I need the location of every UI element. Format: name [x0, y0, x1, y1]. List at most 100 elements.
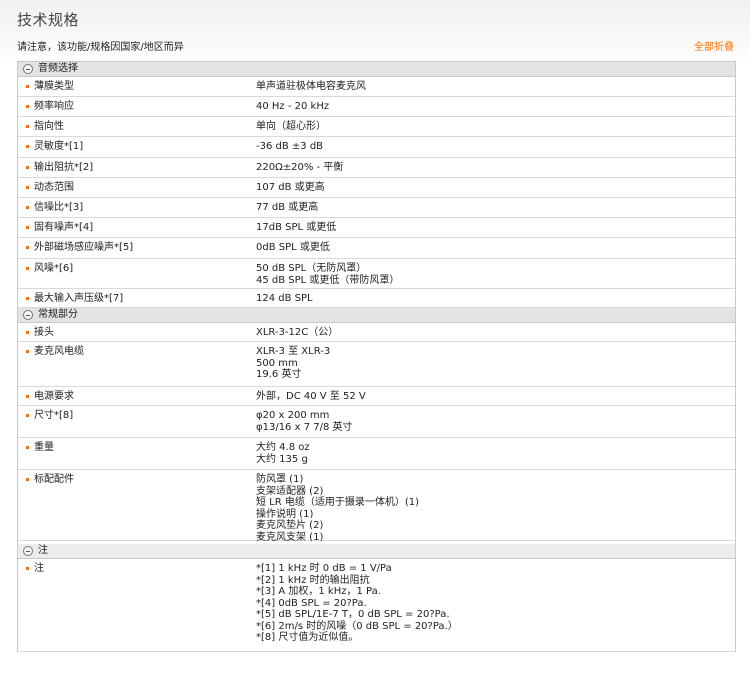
spec-row: 指向性 单向（超心形） — [18, 117, 735, 137]
spec-value-line: XLR-3 至 XLR-3 — [256, 346, 331, 357]
spec-row: 灵敏度*[1] -36 dB ±3 dB — [18, 137, 735, 158]
section-title: 常规部分 — [38, 309, 78, 320]
spec-value-line: *[1] 1 kHz 时 0 dB = 1 V/Pa — [256, 563, 392, 574]
spec-value-line: 单声道驻极体电容麦克风 — [256, 81, 366, 92]
spec-row: 输出阻抗*[2] 220Ω±20% - 平衡 — [18, 158, 735, 178]
spec-value: 0dB SPL 或更低 — [256, 238, 735, 258]
spec-row: 信噪比*[3] 77 dB 或更高 — [18, 198, 735, 218]
spec-value-line: φ13/16 x 7 7/8 英寸 — [256, 421, 353, 433]
spec-row: 动态范围 107 dB 或更高 — [18, 178, 735, 198]
spec-value-line: 支架适配器 (2) — [256, 485, 324, 497]
spec-value-line: 500 mm — [256, 357, 298, 369]
spec-value: 外部，DC 40 V 至 52 V — [256, 387, 735, 405]
spec-value: 107 dB 或更高 — [256, 178, 735, 197]
spec-row: 标配配件 防风罩 (1) 支架适配器 (2) 短 LR 电缆（适用于摄录一体机）(1)… — [18, 470, 735, 543]
spec-row: 固有噪声*[4] 17dB SPL 或更低 — [18, 218, 735, 238]
spec-row: 电源要求 外部，DC 40 V 至 52 V — [18, 387, 735, 406]
spec-value-line: *[6] 2m/s 时的风噪（0 dB SPL = 20?Pa.） — [256, 620, 458, 632]
spec-value: 77 dB 或更高 — [256, 198, 735, 217]
page-title: 技术规格 — [17, 11, 80, 29]
spec-label: 频率响应 — [18, 97, 256, 116]
spec-row: 薄膜类型 单声道驻极体电容麦克风 — [18, 77, 735, 97]
spec-value-line: 0dB SPL 或更低 — [256, 242, 330, 253]
spec-value-line: *[8] 尺寸值为近似值。 — [256, 632, 359, 643]
spec-label: 薄膜类型 — [18, 77, 256, 96]
collapse-toggle-icon[interactable] — [23, 64, 33, 74]
spec-label: 外部磁场感应噪声*[5] — [18, 238, 256, 258]
spec-value-line: 107 dB 或更高 — [256, 182, 325, 193]
spec-row: 注 *[1] 1 kHz 时 0 dB = 1 V/Pa *[2] 1 kHz 时的… — [18, 559, 735, 652]
region-notice: 请注意，该功能/规格因国家/地区而异 — [17, 42, 184, 53]
spec-label: 电源要求 — [18, 387, 256, 405]
spec-value-line: 17dB SPL 或更低 — [256, 222, 337, 233]
spec-value: *[1] 1 kHz 时 0 dB = 1 V/Pa *[2] 1 kHz 时的输… — [256, 559, 735, 651]
spec-value-line: 40 Hz - 20 kHz — [256, 101, 330, 112]
spec-label: 指向性 — [18, 117, 256, 136]
spec-value-line: *[3] A 加权，1 kHz，1 Pa. — [256, 586, 381, 597]
collapse-toggle-icon[interactable] — [23, 310, 33, 320]
spec-value: 单向（超心形） — [256, 117, 735, 136]
page-header: 技术规格 请注意，该功能/规格因国家/地区而异 全部折叠 — [0, 0, 750, 62]
spec-row: 尺寸*[8] φ20 x 200 mm φ13/16 x 7 7/8 英寸 — [18, 406, 735, 438]
spec-value-line: 外部，DC 40 V 至 52 V — [256, 391, 366, 402]
spec-value-line: 124 dB SPL — [256, 293, 313, 304]
spec-value-line: 19.6 英寸 — [256, 369, 302, 380]
spec-label: 注 — [18, 559, 256, 651]
spec-value-line: 防风罩 (1) — [256, 474, 304, 485]
spec-label: 动态范围 — [18, 178, 256, 197]
spec-value-line: φ20 x 200 mm — [256, 410, 330, 421]
spec-value-line: XLR-3-12C（公） — [256, 327, 339, 338]
section-title: 音频选择 — [38, 63, 78, 74]
spec-value: 50 dB SPL（无防风罩） 45 dB SPL 或更低（带防风罩） — [256, 259, 735, 288]
spec-value-line: 麦克风垫片 (2) — [256, 520, 324, 531]
spec-value-line: 操作说明 (1) — [256, 508, 314, 520]
collapse-toggle-icon[interactable] — [23, 546, 33, 556]
spec-label: 尺寸*[8] — [18, 406, 256, 437]
spec-value-line: 单向（超心形） — [256, 121, 326, 132]
spec-row: 最大输入声压级*[7] 124 dB SPL — [18, 289, 735, 308]
spec-value: 大约 4.8 oz 大约 135 g — [256, 438, 735, 469]
spec-value-line: 短 LR 电缆（适用于摄录一体机）(1) — [256, 497, 420, 508]
spec-label: 标配配件 — [18, 470, 256, 540]
spec-value: XLR-3 至 XLR-3 500 mm 19.6 英寸 — [256, 342, 735, 386]
spec-value: φ20 x 200 mm φ13/16 x 7 7/8 英寸 — [256, 406, 735, 437]
spec-label: 接头 — [18, 323, 256, 341]
spec-row: 外部磁场感应噪声*[5] 0dB SPL 或更低 — [18, 238, 735, 259]
spec-label: 输出阻抗*[2] — [18, 158, 256, 177]
spec-label: 风噪*[6] — [18, 259, 256, 288]
spec-value-line: *[2] 1 kHz 时的输出阻抗 — [256, 574, 370, 586]
spec-label: 麦克风电缆 — [18, 342, 256, 386]
spec-row: 麦克风电缆 XLR-3 至 XLR-3 500 mm 19.6 英寸 — [18, 342, 735, 387]
spec-value-line: 45 dB SPL 或更低（带防风罩） — [256, 274, 400, 286]
spec-value-line: 大约 135 g — [256, 453, 308, 465]
spec-value-line: 220Ω±20% - 平衡 — [256, 162, 344, 173]
spec-value-line: 77 dB 或更高 — [256, 202, 319, 213]
spec-value-line: 麦克风支架 (1) — [256, 531, 324, 543]
spec-label: 信噪比*[3] — [18, 198, 256, 217]
section-header-audio[interactable]: 音频选择 — [18, 62, 735, 77]
spec-value: 220Ω±20% - 平衡 — [256, 158, 735, 177]
spec-row: 重量 大约 4.8 oz 大约 135 g — [18, 438, 735, 470]
spec-value-line: *[4] 0dB SPL = 20?Pa. — [256, 597, 367, 609]
spec-row: 风噪*[6] 50 dB SPL（无防风罩） 45 dB SPL 或更低（带防风罩） — [18, 259, 735, 289]
spec-label: 最大输入声压级*[7] — [18, 289, 256, 307]
spec-value: 防风罩 (1) 支架适配器 (2) 短 LR 电缆（适用于摄录一体机）(1) 操作说明… — [256, 470, 735, 543]
spec-row: 接头 XLR-3-12C（公） — [18, 323, 735, 342]
spec-value: 单声道驻极体电容麦克风 — [256, 77, 735, 96]
section-header-notes[interactable]: 注 — [18, 544, 735, 559]
section-title: 注 — [38, 545, 48, 556]
spec-value: 124 dB SPL — [256, 289, 735, 307]
spec-value: 17dB SPL 或更低 — [256, 218, 735, 237]
spec-row: 频率响应 40 Hz - 20 kHz — [18, 97, 735, 117]
section-header-general[interactable]: 常规部分 — [18, 308, 735, 323]
spec-value: 40 Hz - 20 kHz — [256, 97, 735, 116]
spec-value-line: 大约 4.8 oz — [256, 442, 310, 453]
collapse-all-link[interactable]: 全部折叠 — [694, 38, 734, 53]
spec-value-line: 50 dB SPL（无防风罩） — [256, 263, 367, 274]
spec-value: -36 dB ±3 dB — [256, 137, 735, 157]
spec-label: 固有噪声*[4] — [18, 218, 256, 237]
spec-table: 音频选择 薄膜类型 单声道驻极体电容麦克风 频率响应 40 Hz - 20 kHz 指向性… — [17, 61, 736, 652]
spec-value-line: *[5] dB SPL/1E-7 T，0 dB SPL = 20?Pa. — [256, 609, 450, 620]
spec-label: 灵敏度*[1] — [18, 137, 256, 157]
spec-value-line: -36 dB ±3 dB — [256, 141, 324, 152]
